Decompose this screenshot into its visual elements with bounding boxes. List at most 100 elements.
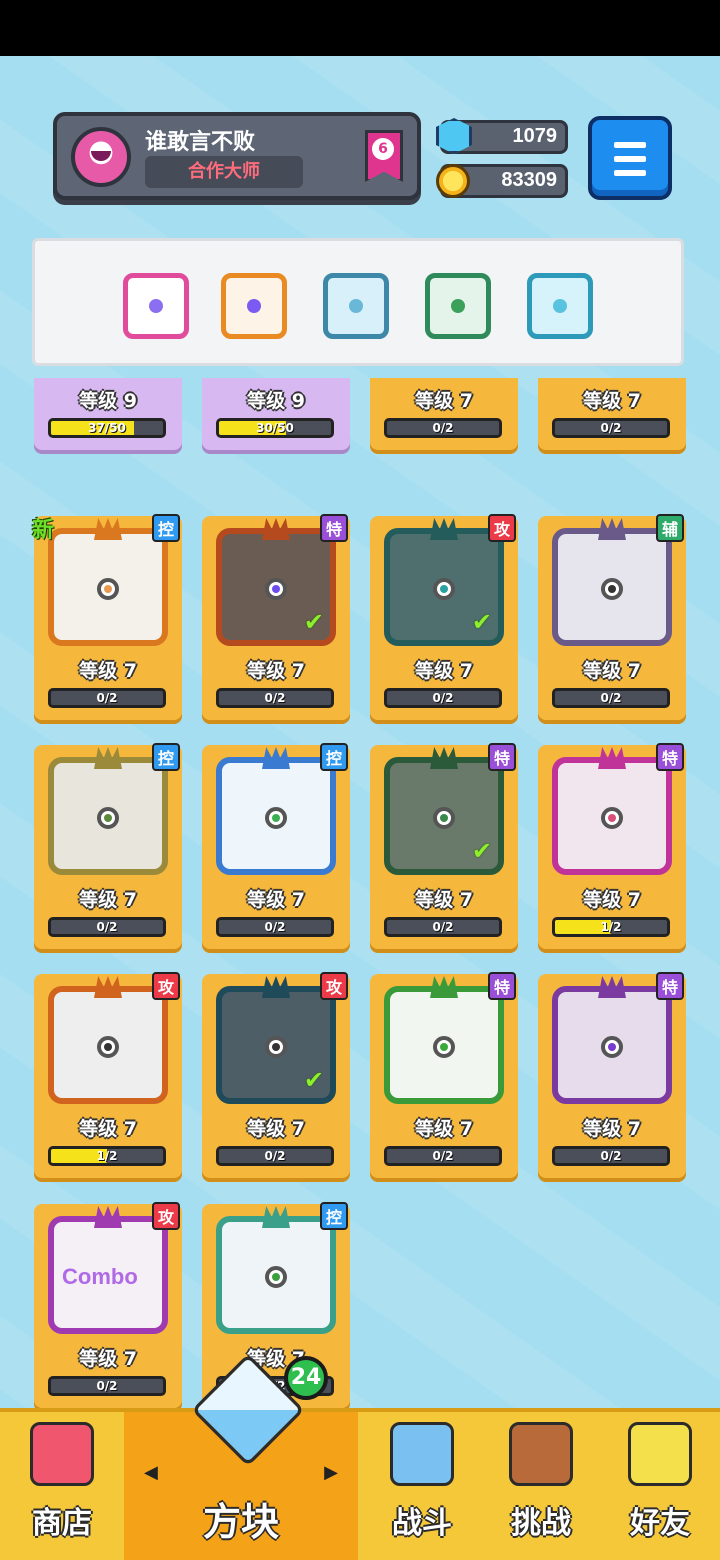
dice-card[interactable]: ✔ 特等级 7 0/2: [370, 743, 518, 949]
card-level: 等级 7: [583, 660, 641, 682]
shop-icon: [30, 1422, 94, 1486]
rank-badge: 6: [372, 138, 394, 160]
dice-pip-icon: [265, 1036, 287, 1058]
avatar[interactable]: [71, 127, 131, 187]
arrow-right-icon[interactable]: ▶: [324, 1462, 338, 1483]
dice-card[interactable]: 特等级 7 0/2: [370, 972, 518, 1178]
dragon-crown-icon: [430, 518, 458, 540]
card-level: 等级 9: [79, 390, 137, 412]
card-level: 等级 7: [79, 1348, 137, 1370]
deck-slot[interactable]: [221, 273, 287, 339]
dice-card[interactable]: 攻等级 7 1/2: [34, 972, 182, 1178]
card-level: 等级 7: [247, 1118, 305, 1140]
checkmark-icon: ✔: [303, 1066, 324, 1094]
dice-pip-icon: [601, 578, 623, 600]
progress-text: 0/2: [600, 421, 622, 435]
dice-card[interactable]: ✔ 攻等级 7 0/2: [370, 514, 518, 720]
progress-text: 0/2: [432, 1149, 454, 1163]
progress-text: 0/2: [264, 691, 286, 705]
type-tag: 特: [656, 743, 684, 771]
menu-icon-bar: [614, 170, 646, 176]
dice-card[interactable]: 控等级 7 0/2: [34, 743, 182, 949]
card-level: 等级 7: [415, 660, 473, 682]
dice-art: Combo: [48, 1206, 168, 1334]
type-tag: 特: [656, 972, 684, 1000]
dice-card[interactable]: 特等级 7 1/2: [538, 743, 686, 949]
type-tag: 特: [488, 743, 516, 771]
progress-bar: 0/2: [48, 1376, 166, 1396]
progress-bar: 0/2: [216, 688, 334, 708]
dice-art: [216, 1206, 336, 1334]
card-level: 等级 9: [247, 390, 305, 412]
type-tag: 攻: [320, 972, 348, 1000]
type-tag: 特: [320, 514, 348, 542]
card-level: 等级 7: [79, 889, 137, 911]
signboard-icon: [509, 1422, 573, 1486]
progress-text: 30/50: [256, 421, 294, 435]
gems-value: 1079: [512, 125, 558, 147]
nav-battle[interactable]: 战斗: [362, 1412, 482, 1560]
dice-card[interactable]: Combo 攻等级 7 0/2: [34, 1202, 182, 1408]
combo-text: Combo: [62, 1264, 138, 1289]
progress-text: 0/2: [432, 421, 454, 435]
nav-friends[interactable]: 好友: [600, 1412, 720, 1560]
deck-slot[interactable]: [425, 273, 491, 339]
nav-challenge[interactable]: 挑战: [482, 1412, 600, 1560]
new-label: 新: [32, 518, 55, 543]
dice-card[interactable]: 等级 7 0/2: [370, 378, 518, 450]
dice-art: [48, 518, 168, 646]
dragon-crown-icon: [430, 976, 458, 998]
progress-text: 1/2: [600, 920, 622, 934]
card-level: 等级 7: [247, 1348, 305, 1370]
checkmark-icon: ✔: [471, 837, 492, 865]
deck-dot-icon: [553, 299, 567, 313]
dice-card[interactable]: 等级 9 37/50: [34, 378, 182, 450]
dice-pip-icon: [265, 807, 287, 829]
progress-bar: 0/2: [552, 688, 670, 708]
dice-card[interactable]: ✔ 攻等级 7 0/2: [202, 972, 350, 1178]
checkmark-icon: ✔: [303, 608, 324, 636]
deck-dot-icon: [349, 299, 363, 313]
card-level: 等级 7: [583, 889, 641, 911]
dice-card[interactable]: 等级 9 30/50: [202, 378, 350, 450]
card-level: 等级 7: [415, 1118, 473, 1140]
dragon-crown-icon: [262, 976, 290, 998]
shield-sword-icon: [390, 1422, 454, 1486]
profile-panel[interactable]: 谁敢言不败 合作大师 6: [53, 112, 421, 200]
dice-art: [552, 518, 672, 646]
dice-card[interactable]: 特等级 7 0/2: [538, 972, 686, 1178]
dragon-crown-icon: [262, 518, 290, 540]
nav-blocks-label: 方块: [202, 1500, 279, 1544]
progress-bar: 1/2: [48, 1146, 166, 1166]
progress-text: 0/2: [600, 691, 622, 705]
dice-card[interactable]: 等级 7 0/2: [538, 378, 686, 450]
progress-text: 37/50: [88, 421, 126, 435]
deck-slot[interactable]: [123, 273, 189, 339]
nav-shop-label: 商店: [32, 1506, 92, 1541]
dice-card[interactable]: 辅等级 7 0/2: [538, 514, 686, 720]
progress-bar: 0/2: [384, 688, 502, 708]
dice-pip-icon: [601, 807, 623, 829]
type-tag: 特: [488, 972, 516, 1000]
card-level: 等级 7: [79, 1118, 137, 1140]
dice-card[interactable]: ✔ 特等级 7 0/2: [202, 514, 350, 720]
dice-art: [48, 976, 168, 1104]
progress-bar: 0/2: [384, 917, 502, 937]
blocks-count-badge: 24: [284, 1356, 328, 1400]
type-tag: 攻: [488, 514, 516, 542]
arrow-left-icon[interactable]: ◀: [144, 1462, 158, 1483]
dice-card[interactable]: 控 新等级 7 0/2: [32, 514, 182, 720]
player-name: 谁敢言不败: [145, 129, 256, 154]
dragon-crown-icon: [598, 747, 626, 769]
dragon-crown-icon: [262, 747, 290, 769]
card-level: 等级 7: [583, 390, 641, 412]
deck-slot[interactable]: [527, 273, 593, 339]
deck-slot[interactable]: [323, 273, 389, 339]
nav-battle-label: 战斗: [392, 1506, 452, 1541]
menu-button[interactable]: [588, 116, 672, 200]
dice-pip-icon: [433, 807, 455, 829]
progress-text: 0/2: [432, 691, 454, 705]
progress-text: 0/2: [600, 1149, 622, 1163]
dice-card[interactable]: 控等级 7 0/2: [202, 743, 350, 949]
nav-shop[interactable]: 商店: [0, 1412, 124, 1560]
